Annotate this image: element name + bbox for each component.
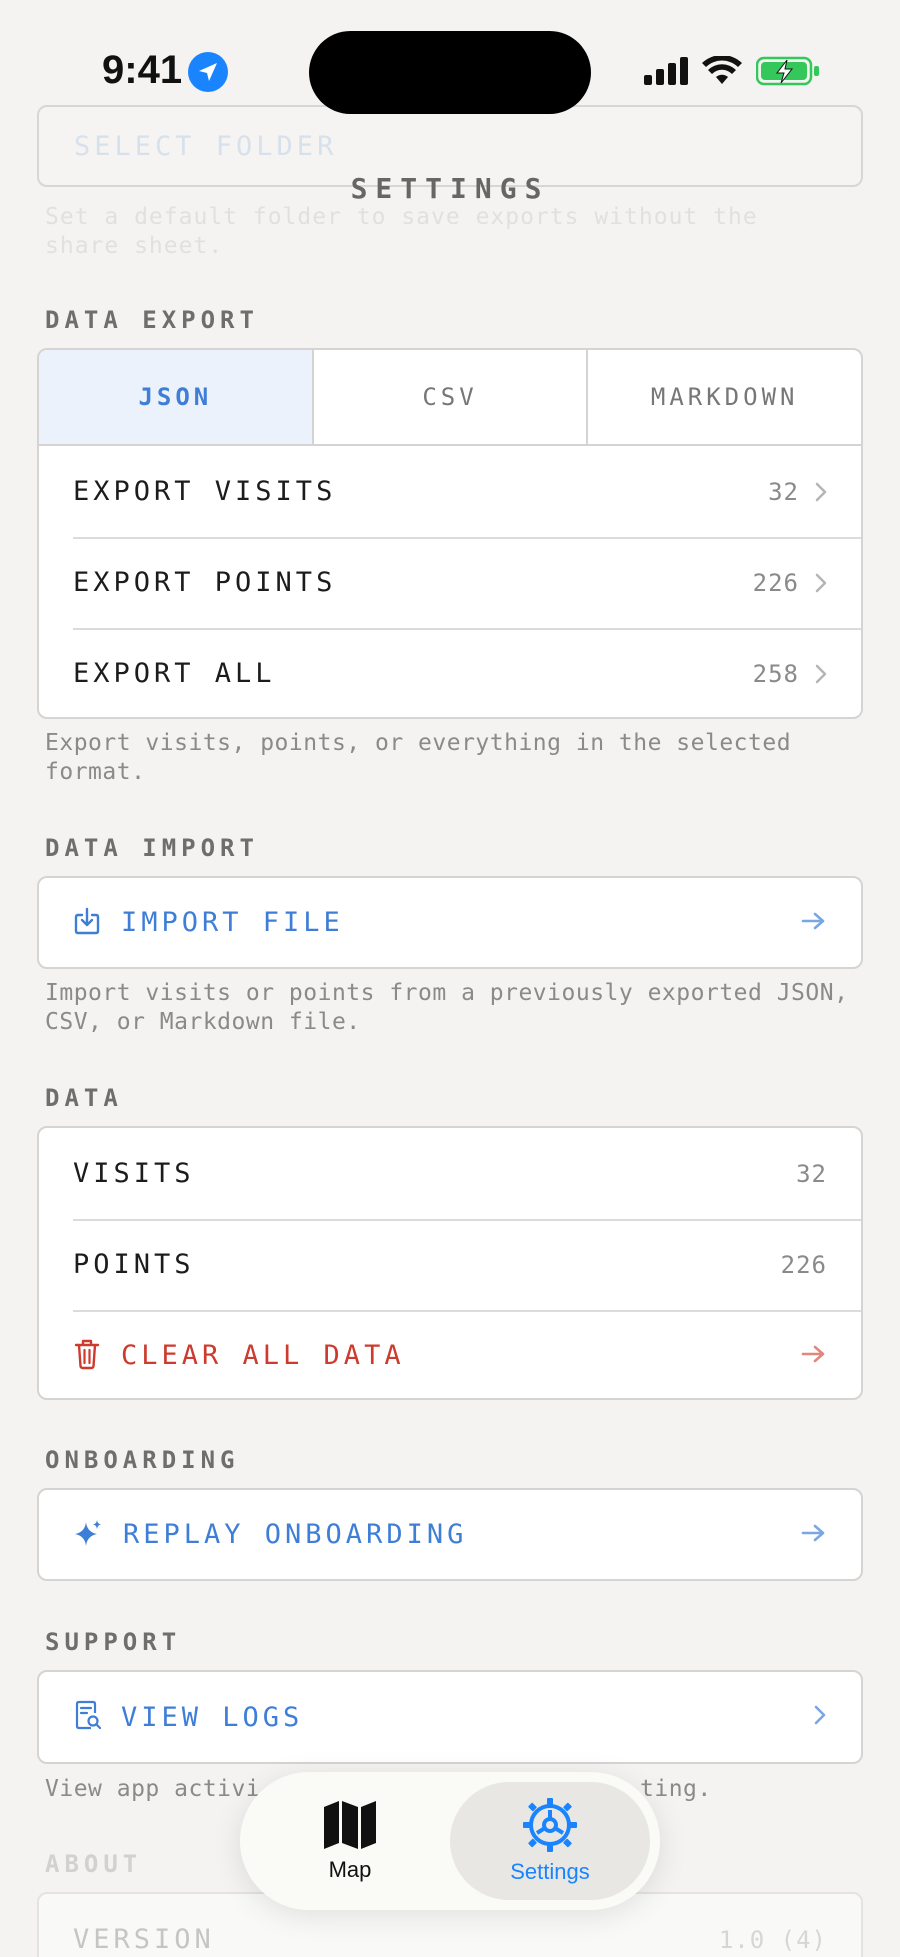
wifi-icon	[702, 56, 742, 84]
document-search-icon	[73, 1699, 102, 1735]
tab-map[interactable]: Map	[250, 1782, 450, 1900]
points-value: 226	[780, 1250, 827, 1279]
import-file-button[interactable]: IMPORT FILE	[39, 878, 861, 967]
points-row: POINTS 226	[39, 1219, 861, 1310]
export-all-count: 258	[752, 659, 799, 688]
onboarding-card: REPLAY ONBOARDING	[37, 1488, 863, 1581]
data-import-card: IMPORT FILE	[37, 876, 863, 969]
visits-row: VISITS 32	[39, 1128, 861, 1219]
location-arrow-icon	[188, 52, 228, 92]
onboarding-section-label: ONBOARDING	[45, 1446, 240, 1474]
version-value: 1.0 (4)	[718, 1925, 827, 1954]
support-card: VIEW LOGS	[37, 1670, 863, 1764]
export-format-picker: JSON CSV MARKDOWN	[39, 350, 861, 446]
view-logs-label: VIEW LOGS	[121, 1701, 304, 1733]
cellular-signal-icon	[644, 57, 688, 85]
data-export-card: JSON CSV MARKDOWN EXPORT VISITS 32 EXPOR…	[37, 348, 863, 719]
sparkles-icon	[73, 1518, 103, 1552]
data-import-section-label: DATA IMPORT	[45, 834, 259, 862]
data-export-section-label: DATA EXPORT	[45, 306, 259, 334]
page-title: SETTINGS	[350, 172, 550, 205]
export-visits-label: EXPORT VISITS	[73, 476, 337, 507]
data-card: VISITS 32 POINTS 226 CLEAR ALL DATA	[37, 1126, 863, 1400]
export-visits-count: 32	[768, 477, 799, 506]
tab-bar: Map Settings	[240, 1772, 660, 1910]
import-tray-icon	[73, 906, 101, 940]
status-time: 9:41	[102, 48, 183, 92]
export-all-row[interactable]: EXPORT ALL 258	[39, 628, 861, 717]
gear-icon	[523, 1798, 577, 1852]
arrow-right-icon	[801, 1523, 827, 1547]
tab-map-label: Map	[328, 1857, 372, 1882]
dynamic-island	[309, 31, 591, 114]
select-folder-label: SELECT FOLDER	[74, 131, 338, 162]
clear-all-data-button[interactable]: CLEAR ALL DATA	[39, 1310, 861, 1398]
arrow-right-icon	[801, 1344, 827, 1368]
points-label: POINTS	[73, 1249, 195, 1280]
about-section-label: ABOUT	[45, 1850, 143, 1878]
map-icon	[324, 1801, 376, 1849]
battery-charging-icon	[756, 56, 819, 86]
export-all-label: EXPORT ALL	[73, 658, 276, 689]
support-section-label: SUPPORT	[45, 1628, 182, 1656]
chevron-right-icon	[813, 1704, 827, 1730]
visits-label: VISITS	[73, 1158, 195, 1189]
support-footnote-right: ting.	[640, 1776, 712, 1802]
export-visits-row[interactable]: EXPORT VISITS 32	[39, 446, 861, 537]
replay-onboarding-button[interactable]: REPLAY ONBOARDING	[39, 1490, 861, 1579]
format-option-csv[interactable]: CSV	[314, 350, 589, 444]
chevron-right-icon	[815, 664, 827, 684]
folder-footnote: Set a default folder to save exports wit…	[45, 204, 758, 259]
trash-icon	[73, 1338, 101, 1374]
status-icons	[644, 56, 820, 86]
export-points-row[interactable]: EXPORT POINTS 226	[39, 537, 861, 628]
replay-onboarding-label: REPLAY ONBOARDING	[123, 1519, 468, 1550]
tab-settings[interactable]: Settings	[450, 1782, 650, 1900]
arrow-right-icon	[801, 911, 827, 935]
version-label: VERSION	[73, 1924, 215, 1955]
format-option-markdown[interactable]: MARKDOWN	[588, 350, 861, 444]
export-points-label: EXPORT POINTS	[73, 567, 337, 598]
chevron-right-icon	[815, 573, 827, 593]
clear-all-data-label: CLEAR ALL DATA	[121, 1340, 405, 1371]
import-file-label: IMPORT FILE	[121, 907, 344, 938]
format-option-json[interactable]: JSON	[39, 350, 314, 444]
data-export-footnote: Export visits, points, or everything in …	[45, 730, 792, 785]
visits-value: 32	[796, 1159, 827, 1188]
export-points-count: 226	[752, 568, 799, 597]
view-logs-button[interactable]: VIEW LOGS	[39, 1672, 861, 1762]
chevron-right-icon	[815, 482, 827, 502]
tab-settings-label: Settings	[510, 1859, 590, 1884]
data-import-footnote: Import visits or points from a previousl…	[45, 980, 849, 1035]
support-footnote-left: View app activi	[45, 1776, 261, 1802]
data-section-label: DATA	[45, 1084, 123, 1112]
